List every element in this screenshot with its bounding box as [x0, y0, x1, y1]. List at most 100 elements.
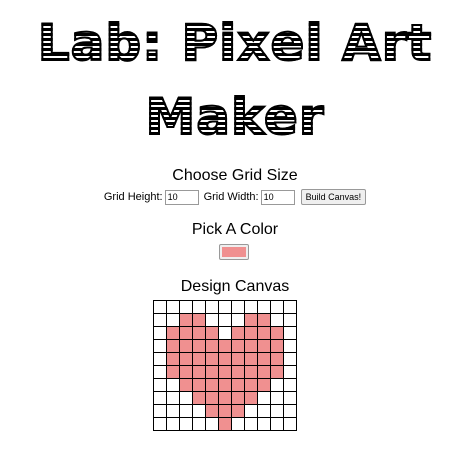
- canvas-cell[interactable]: [153, 417, 167, 431]
- canvas-cell[interactable]: [283, 339, 297, 353]
- canvas-cell[interactable]: [231, 404, 245, 418]
- canvas-cell[interactable]: [166, 300, 180, 314]
- canvas-cell[interactable]: [192, 326, 206, 340]
- canvas-cell[interactable]: [179, 313, 193, 327]
- canvas-cell[interactable]: [231, 326, 245, 340]
- canvas-cell[interactable]: [257, 300, 271, 314]
- canvas-cell[interactable]: [166, 404, 180, 418]
- canvas-cell[interactable]: [283, 378, 297, 392]
- canvas-cell[interactable]: [166, 378, 180, 392]
- canvas-cell[interactable]: [257, 313, 271, 327]
- canvas-cell[interactable]: [205, 300, 219, 314]
- canvas-cell[interactable]: [179, 417, 193, 431]
- canvas-cell[interactable]: [192, 365, 206, 379]
- canvas-cell[interactable]: [244, 339, 258, 353]
- canvas-cell[interactable]: [179, 352, 193, 366]
- canvas-cell[interactable]: [166, 352, 180, 366]
- canvas-cell[interactable]: [192, 378, 206, 392]
- canvas-cell[interactable]: [192, 391, 206, 405]
- canvas-cell[interactable]: [231, 339, 245, 353]
- canvas-cell[interactable]: [192, 404, 206, 418]
- canvas-cell[interactable]: [270, 300, 284, 314]
- canvas-cell[interactable]: [244, 378, 258, 392]
- canvas-cell[interactable]: [218, 378, 232, 392]
- canvas-cell[interactable]: [244, 313, 258, 327]
- canvas-cell[interactable]: [153, 339, 167, 353]
- canvas-cell[interactable]: [153, 313, 167, 327]
- canvas-cell[interactable]: [179, 326, 193, 340]
- canvas-cell[interactable]: [192, 300, 206, 314]
- canvas-cell[interactable]: [153, 365, 167, 379]
- canvas-cell[interactable]: [205, 339, 219, 353]
- canvas-cell[interactable]: [257, 352, 271, 366]
- canvas-cell[interactable]: [179, 404, 193, 418]
- canvas-cell[interactable]: [153, 391, 167, 405]
- canvas-cell[interactable]: [244, 365, 258, 379]
- canvas-cell[interactable]: [244, 404, 258, 418]
- canvas-cell[interactable]: [179, 339, 193, 353]
- canvas-cell[interactable]: [166, 391, 180, 405]
- canvas-cell[interactable]: [192, 417, 206, 431]
- canvas-cell[interactable]: [192, 313, 206, 327]
- canvas-cell[interactable]: [218, 417, 232, 431]
- canvas-cell[interactable]: [270, 339, 284, 353]
- canvas-cell[interactable]: [231, 365, 245, 379]
- canvas-cell[interactable]: [244, 391, 258, 405]
- canvas-cell[interactable]: [179, 365, 193, 379]
- canvas-cell[interactable]: [244, 417, 258, 431]
- canvas-cell[interactable]: [257, 326, 271, 340]
- canvas-cell[interactable]: [270, 365, 284, 379]
- canvas-cell[interactable]: [205, 404, 219, 418]
- canvas-cell[interactable]: [218, 404, 232, 418]
- canvas-cell[interactable]: [257, 404, 271, 418]
- canvas-cell[interactable]: [192, 339, 206, 353]
- canvas-cell[interactable]: [283, 365, 297, 379]
- canvas-cell[interactable]: [244, 352, 258, 366]
- canvas-cell[interactable]: [283, 417, 297, 431]
- canvas-cell[interactable]: [231, 313, 245, 327]
- canvas-cell[interactable]: [153, 352, 167, 366]
- canvas-cell[interactable]: [270, 313, 284, 327]
- canvas-cell[interactable]: [218, 352, 232, 366]
- grid-height-input[interactable]: [164, 189, 199, 205]
- canvas-cell[interactable]: [166, 417, 180, 431]
- canvas-cell[interactable]: [218, 391, 232, 405]
- canvas-cell[interactable]: [205, 352, 219, 366]
- canvas-cell[interactable]: [153, 378, 167, 392]
- build-canvas-button[interactable]: Build Canvas!: [300, 189, 367, 205]
- canvas-cell[interactable]: [153, 300, 167, 314]
- canvas-cell[interactable]: [218, 300, 232, 314]
- canvas-cell[interactable]: [179, 391, 193, 405]
- canvas-cell[interactable]: [283, 391, 297, 405]
- canvas-cell[interactable]: [218, 365, 232, 379]
- canvas-cell[interactable]: [257, 391, 271, 405]
- canvas-cell[interactable]: [205, 378, 219, 392]
- canvas-cell[interactable]: [283, 300, 297, 314]
- canvas-cell[interactable]: [166, 365, 180, 379]
- canvas-cell[interactable]: [166, 339, 180, 353]
- canvas-cell[interactable]: [270, 404, 284, 418]
- canvas-cell[interactable]: [166, 326, 180, 340]
- canvas-cell[interactable]: [283, 352, 297, 366]
- canvas-cell[interactable]: [218, 326, 232, 340]
- canvas-cell[interactable]: [192, 352, 206, 366]
- canvas-cell[interactable]: [231, 300, 245, 314]
- canvas-cell[interactable]: [244, 300, 258, 314]
- canvas-cell[interactable]: [231, 417, 245, 431]
- canvas-cell[interactable]: [166, 313, 180, 327]
- canvas-cell[interactable]: [257, 417, 271, 431]
- canvas-cell[interactable]: [153, 404, 167, 418]
- canvas-cell[interactable]: [270, 378, 284, 392]
- color-picker[interactable]: [219, 244, 249, 260]
- canvas-cell[interactable]: [205, 313, 219, 327]
- canvas-cell[interactable]: [257, 339, 271, 353]
- canvas-cell[interactable]: [270, 417, 284, 431]
- canvas-cell[interactable]: [283, 404, 297, 418]
- canvas-cell[interactable]: [218, 313, 232, 327]
- canvas-cell[interactable]: [153, 326, 167, 340]
- canvas-cell[interactable]: [179, 300, 193, 314]
- canvas-cell[interactable]: [179, 378, 193, 392]
- canvas-cell[interactable]: [270, 326, 284, 340]
- canvas-cell[interactable]: [205, 365, 219, 379]
- canvas-cell[interactable]: [218, 339, 232, 353]
